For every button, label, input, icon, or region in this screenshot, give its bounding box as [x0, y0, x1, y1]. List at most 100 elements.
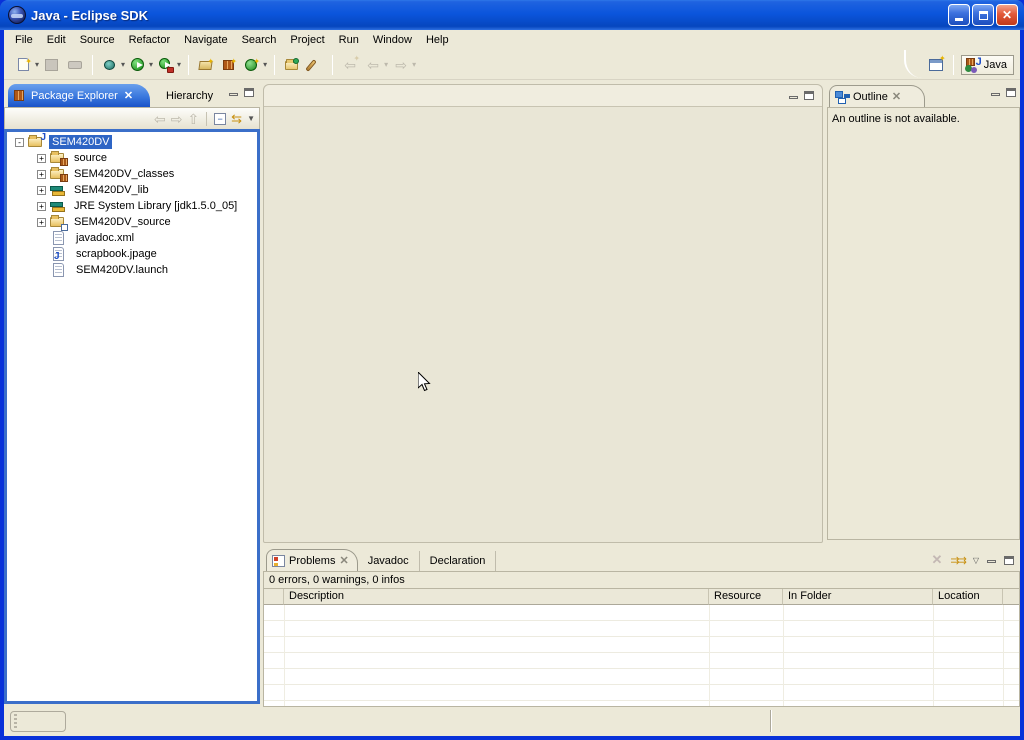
menu-help[interactable]: Help — [419, 32, 456, 48]
tree-row[interactable]: - J SEM420DV — [7, 134, 257, 150]
open-perspective-button[interactable]: ✦ — [926, 54, 946, 76]
maximize-editor-icon[interactable] — [804, 91, 814, 100]
back-history-icon[interactable]: ⇦ — [154, 112, 166, 126]
tree-expander[interactable]: + — [37, 186, 46, 195]
tab-problems[interactable]: Problems ✕ — [266, 549, 358, 571]
tab-declaration[interactable]: Declaration — [420, 551, 497, 571]
maximize-view-icon[interactable] — [244, 88, 254, 97]
new-java-package-button[interactable]: ✦ — [219, 54, 239, 76]
tab-hierarchy[interactable]: Hierarchy — [156, 87, 223, 107]
tree-item-label[interactable]: SEM420DV.launch — [73, 263, 171, 277]
filter-icon[interactable]: ⇉⇉ — [950, 554, 964, 567]
tree-row[interactable]: + SEM420DV_lib — [7, 182, 257, 198]
print-button[interactable] — [65, 54, 85, 76]
menu-navigate[interactable]: Navigate — [177, 32, 234, 48]
maximize-view-icon[interactable] — [1006, 88, 1016, 97]
package-explorer-view: Package Explorer ✕ Hierarchy ⇦ ⇨ ⇧ − ⇆ ▼ — [4, 84, 260, 704]
external-tools-dropdown[interactable]: ▾ — [177, 60, 181, 69]
close-view-icon[interactable]: ✕ — [124, 89, 133, 102]
view-menu-icon[interactable]: ▼ — [247, 114, 255, 123]
view-menu-icon[interactable]: ▽ — [973, 556, 979, 565]
menu-run[interactable]: Run — [332, 32, 366, 48]
link-with-editor-icon[interactable]: ⇆ — [231, 111, 242, 127]
status-divider — [770, 710, 772, 732]
tree-item-label[interactable]: scrapbook.jpage — [73, 247, 160, 261]
minimize-editor-icon[interactable] — [789, 96, 798, 99]
tab-package-explorer[interactable]: Package Explorer ✕ — [8, 84, 150, 107]
column-header-marker[interactable] — [264, 589, 284, 605]
menu-window[interactable]: Window — [366, 32, 419, 48]
close-button[interactable]: ✕ — [996, 4, 1018, 26]
go-up-icon[interactable]: ⇧ — [187, 112, 199, 126]
tree-item-label[interactable]: javadoc.xml — [73, 231, 137, 245]
collapse-all-icon[interactable]: − — [214, 113, 226, 125]
fast-view-bar[interactable] — [10, 711, 66, 732]
tree-item-label[interactable]: SEM420DV_source — [71, 215, 174, 229]
tree-expander[interactable]: + — [37, 202, 46, 211]
forward-history-icon[interactable]: ⇨ — [171, 112, 183, 126]
column-header-in-folder[interactable]: In Folder — [783, 589, 933, 605]
new-java-project-button[interactable]: ✦ — [196, 54, 216, 76]
problems-table: Description Resource In Folder Location — [263, 588, 1020, 707]
tree-row[interactable]: + SEM420DV_source — [7, 214, 257, 230]
java-perspective-button[interactable]: J Java — [961, 55, 1014, 75]
tab-outline[interactable]: Outline ✕ — [829, 85, 925, 107]
main-toolbar: ✦ ▾ ▾ ▾ ▾ ✦ ✦ ✦ ▾ ⇦✦ ⇦ ▾ — [4, 50, 1020, 80]
new-class-button[interactable]: ✦ — [242, 54, 262, 76]
maximize-view-icon[interactable] — [1004, 556, 1014, 565]
tree-expander[interactable]: + — [37, 170, 46, 179]
menu-edit[interactable]: Edit — [40, 32, 73, 48]
forward-dropdown[interactable]: ▾ — [412, 60, 416, 69]
run-button[interactable] — [128, 54, 148, 76]
delete-icon[interactable]: ✕ — [932, 552, 943, 568]
tree-row[interactable]: + JRE System Library [jdk1.5.0_05] — [7, 198, 257, 214]
tree-row[interactable]: + SEM420DV_classes — [7, 166, 257, 182]
new-class-dropdown[interactable]: ▾ — [263, 60, 267, 69]
minimize-view-icon[interactable] — [991, 93, 1000, 96]
column-header-resource[interactable]: Resource — [709, 589, 783, 605]
tab-javadoc[interactable]: Javadoc — [358, 551, 420, 571]
tree-item-label[interactable]: JRE System Library [jdk1.5.0_05] — [71, 199, 240, 213]
minimize-view-icon[interactable] — [229, 93, 238, 96]
tree-row[interactable]: J scrapbook.jpage — [7, 246, 257, 262]
tree-row[interactable]: + source — [7, 150, 257, 166]
close-view-icon[interactable]: ✕ — [339, 554, 348, 567]
tree-expander[interactable]: + — [37, 218, 46, 227]
open-type-button[interactable] — [282, 54, 302, 76]
debug-dropdown[interactable]: ▾ — [121, 60, 125, 69]
minimize-view-icon[interactable] — [987, 560, 996, 563]
maximize-button[interactable] — [972, 4, 994, 26]
close-view-icon[interactable]: ✕ — [892, 90, 901, 103]
tree-expander[interactable]: - — [15, 138, 24, 147]
run-dropdown[interactable]: ▾ — [149, 60, 153, 69]
menu-project[interactable]: Project — [283, 32, 331, 48]
column-header-description[interactable]: Description — [284, 589, 709, 605]
new-wizard-button[interactable]: ✦ — [14, 54, 34, 76]
tree-expander[interactable]: + — [37, 154, 46, 163]
external-tools-button[interactable] — [156, 54, 176, 76]
new-wizard-dropdown[interactable]: ▾ — [35, 60, 39, 69]
grip-handle-icon[interactable] — [14, 714, 17, 729]
menu-file[interactable]: File — [8, 32, 40, 48]
search-button[interactable] — [305, 54, 325, 76]
tree-item-label[interactable]: source — [71, 151, 110, 165]
titlebar[interactable]: Java - Eclipse SDK ✕ — [0, 0, 1024, 30]
minimize-button[interactable] — [948, 4, 970, 26]
problems-icon — [272, 555, 285, 567]
column-header-location[interactable]: Location — [933, 589, 1003, 605]
debug-button[interactable] — [100, 54, 120, 76]
tree-item-label[interactable]: SEM420DV_classes — [71, 167, 177, 181]
tree-item-label[interactable]: SEM420DV — [49, 135, 112, 149]
back-button[interactable]: ⇦ — [363, 54, 383, 76]
tree-item-label[interactable]: SEM420DV_lib — [71, 183, 152, 197]
tree-row[interactable]: SEM420DV.launch — [7, 262, 257, 278]
save-button[interactable] — [42, 54, 62, 76]
back-dropdown[interactable]: ▾ — [384, 60, 388, 69]
menu-source[interactable]: Source — [73, 32, 122, 48]
menu-search[interactable]: Search — [235, 32, 284, 48]
menu-refactor[interactable]: Refactor — [122, 32, 178, 48]
last-edit-location-button[interactable]: ⇦✦ — [340, 54, 360, 76]
outline-view: Outline ✕ An outline is not available. — [827, 84, 1020, 540]
forward-button[interactable]: ⇨ — [391, 54, 411, 76]
tree-row[interactable]: javadoc.xml — [7, 230, 257, 246]
